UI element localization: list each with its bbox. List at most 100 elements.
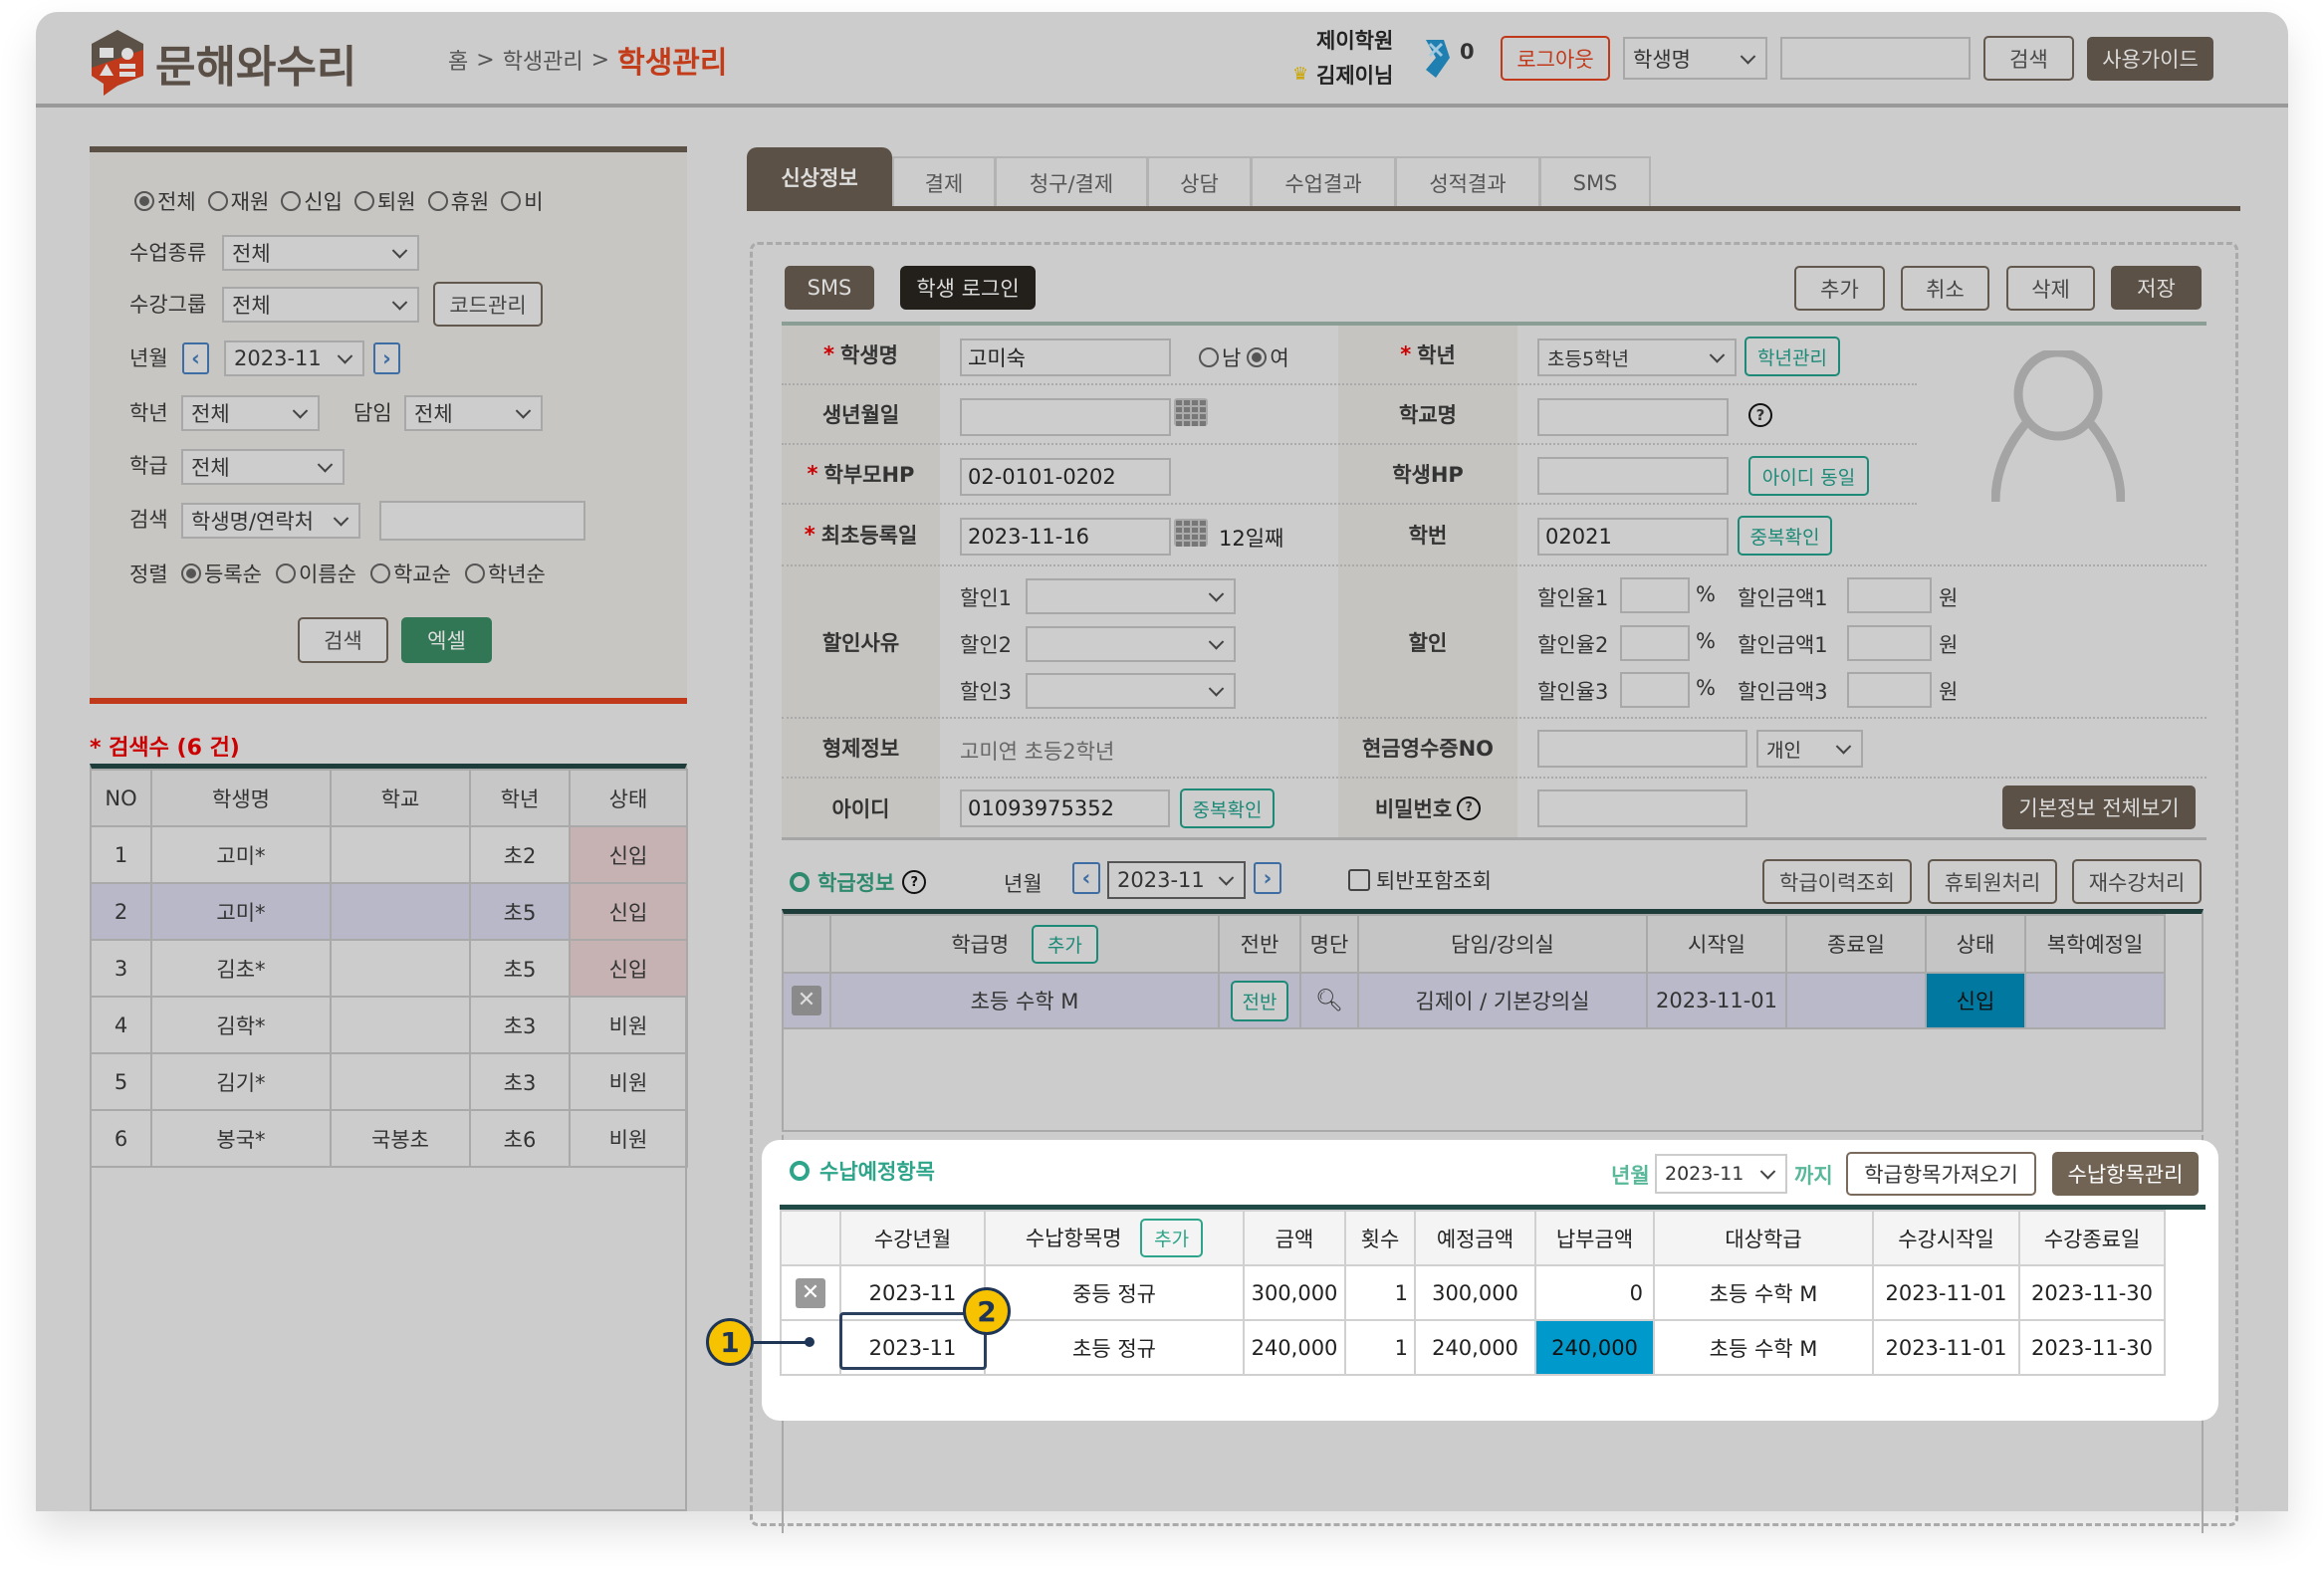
gender-radio-female[interactable]: 여 — [1247, 342, 1289, 372]
table-row[interactable]: 6 봉국* 국봉초 초6 비원 — [90, 1109, 688, 1168]
status-radio-withdrawn[interactable]: 퇴원 — [353, 186, 416, 216]
leave-process-button[interactable]: 휴퇴원처리 — [1928, 859, 2057, 904]
teacher-select[interactable]: 전체 — [404, 395, 543, 431]
name-input[interactable]: 고미숙 — [960, 338, 1171, 376]
next-month-button[interactable]: › — [373, 342, 400, 374]
manage-payment-items-button[interactable]: 수납항목관리 — [2052, 1152, 2199, 1196]
password-input[interactable] — [1537, 789, 1747, 827]
student-hp-input[interactable] — [1537, 457, 1729, 495]
discount-rate-1-input[interactable] — [1620, 577, 1690, 613]
cancel-button[interactable]: 취소 — [1901, 266, 1989, 311]
header-search-button[interactable]: 검색 — [1983, 36, 2074, 81]
class-next-month-button[interactable]: › — [1254, 862, 1281, 894]
grade-manage-button[interactable]: 학년관리 — [1744, 337, 1840, 376]
filter-search-button[interactable]: 검색 — [298, 617, 388, 663]
tab-class-result[interactable]: 수업결과 — [1251, 156, 1396, 207]
header-search-input[interactable] — [1780, 37, 1971, 80]
id-dup-check-button[interactable]: 중복확인 — [1180, 788, 1275, 828]
logo[interactable]: 문해와수리 — [90, 28, 368, 98]
payment-month-select[interactable]: 2023-11 — [1655, 1154, 1787, 1194]
discount-rate-2-input[interactable] — [1620, 625, 1690, 661]
help-icon[interactable]: ? — [1457, 795, 1482, 820]
header-search-type-select[interactable]: 학생명 — [1623, 37, 1767, 80]
discount-reason-2-select[interactable] — [1026, 626, 1236, 662]
delete-row-icon[interactable]: ✕ — [796, 1277, 825, 1308]
table-row[interactable]: 1 고미* 초2 신입 — [90, 825, 688, 884]
tab-billing[interactable]: 청구/결제 — [995, 156, 1148, 207]
help-icon[interactable]: ? — [1748, 403, 1772, 427]
add-payment-item-button[interactable]: 추가 — [1140, 1219, 1204, 1257]
discount-rate-3-input[interactable] — [1620, 672, 1690, 708]
month-select[interactable]: 2023-11 — [224, 340, 364, 376]
help-icon[interactable]: ? — [902, 870, 927, 894]
student-no-input[interactable]: 02021 — [1537, 518, 1729, 556]
include-withdrawn-checkbox[interactable]: 퇴반포함조회 — [1348, 866, 1492, 894]
class-select[interactable]: 전체 — [181, 449, 345, 485]
school-input[interactable] — [1537, 398, 1729, 436]
sort-radio-school[interactable]: 학교순 — [369, 559, 451, 588]
view-all-info-button[interactable]: 기본정보 전체보기 — [2002, 786, 2196, 829]
import-class-items-button[interactable]: 학급항목가져오기 — [1846, 1152, 2036, 1196]
table-row[interactable]: ✕ 초등 수학 M 전반 🔍︎ 김제이 / 기본강의실 2023-11-01 신… — [782, 972, 2166, 1029]
tab-profile[interactable]: 신상정보 — [747, 147, 892, 207]
breadcrumb-home[interactable]: 홈 — [448, 44, 468, 76]
tab-grade-result[interactable]: 성적결과 — [1395, 156, 1540, 207]
birth-input[interactable] — [960, 398, 1171, 436]
excel-button[interactable]: 엑셀 — [401, 617, 492, 663]
tab-payment[interactable]: 결제 — [892, 156, 996, 207]
sort-radio-name[interactable]: 이름순 — [275, 559, 356, 588]
status-radio-all[interactable]: 전체 — [134, 186, 196, 216]
code-manage-button[interactable]: 코드관리 — [433, 282, 543, 327]
same-as-id-button[interactable]: 아이디 동일 — [1748, 456, 1869, 496]
discount-reason-3-select[interactable] — [1026, 673, 1236, 709]
tab-sms[interactable]: SMS — [1539, 156, 1651, 207]
save-button[interactable]: 저장 — [2111, 266, 2202, 310]
gender-radio-male[interactable]: 남 — [1199, 342, 1241, 372]
student-no-dup-check-button[interactable]: 중복확인 — [1738, 516, 1832, 556]
tab-counsel[interactable]: 상담 — [1147, 156, 1252, 207]
search-type-select[interactable]: 학생명/연락처 — [181, 503, 360, 539]
table-row[interactable]: 5 김기* 초3 비원 — [90, 1052, 688, 1111]
calendar-icon[interactable] — [1174, 519, 1208, 547]
prev-month-button[interactable]: ‹ — [182, 342, 209, 374]
status-radio-leave[interactable]: 휴원 — [427, 186, 489, 216]
discount-reason-1-select[interactable] — [1026, 578, 1236, 614]
grade-field-select[interactable]: 초등5학년 — [1537, 338, 1737, 376]
sort-radio-grade[interactable]: 학년순 — [464, 559, 546, 588]
sms-button[interactable]: SMS — [785, 266, 874, 310]
sort-radio-registered[interactable]: 등록순 — [181, 559, 262, 588]
grade-select[interactable]: 전체 — [181, 395, 320, 431]
transfer-button[interactable]: 전반 — [1230, 980, 1289, 1021]
class-prev-month-button[interactable]: ‹ — [1072, 862, 1100, 894]
receipt-type-select[interactable]: 개인 — [1756, 730, 1863, 768]
group-select[interactable]: 전체 — [222, 287, 419, 323]
table-row-selected[interactable]: 2 고미* 초5 신입 — [90, 882, 688, 941]
calendar-icon[interactable] — [1174, 398, 1208, 426]
parent-hp-input[interactable]: 02-0101-0202 — [960, 458, 1171, 496]
class-month-select[interactable]: 2023-11 — [1107, 861, 1246, 899]
discount-amount-3-input[interactable] — [1847, 672, 1932, 708]
status-radio-new[interactable]: 신입 — [281, 186, 343, 216]
class-type-select[interactable]: 전체 — [222, 235, 419, 271]
first-reg-input[interactable]: 2023-11-16 — [960, 518, 1171, 556]
breadcrumb-section[interactable]: 학생관리 — [503, 44, 583, 76]
status-radio-enrolled[interactable]: 재원 — [207, 186, 269, 216]
search-input[interactable] — [379, 501, 585, 541]
discount-amount-1-input[interactable] — [1847, 577, 1932, 613]
table-row[interactable]: 4 김학* 초3 비원 — [90, 996, 688, 1054]
discount-amount-2-input[interactable] — [1847, 625, 1932, 661]
logout-button[interactable]: 로그아웃 — [1501, 36, 1610, 81]
id-input[interactable]: 01093975352 — [960, 789, 1170, 827]
add-button[interactable]: 추가 — [1794, 266, 1885, 311]
delete-button[interactable]: 삭제 — [2006, 266, 2095, 311]
add-class-button[interactable]: 추가 — [1031, 924, 1098, 964]
student-login-button[interactable]: 학생 로그인 — [900, 266, 1036, 310]
receipt-input[interactable] — [1537, 730, 1747, 768]
table-row[interactable]: 3 김초* 초5 신입 — [90, 939, 688, 998]
retake-process-button[interactable]: 재수강처리 — [2072, 859, 2202, 904]
status-radio-non[interactable]: 비 — [501, 186, 544, 216]
user-guide-button[interactable]: 사용가이드 — [2087, 37, 2213, 81]
class-history-button[interactable]: 학급이력조회 — [1762, 859, 1912, 904]
search-icon[interactable]: 🔍︎ — [1315, 989, 1343, 1013]
delete-row-icon[interactable]: ✕ — [792, 986, 821, 1015]
